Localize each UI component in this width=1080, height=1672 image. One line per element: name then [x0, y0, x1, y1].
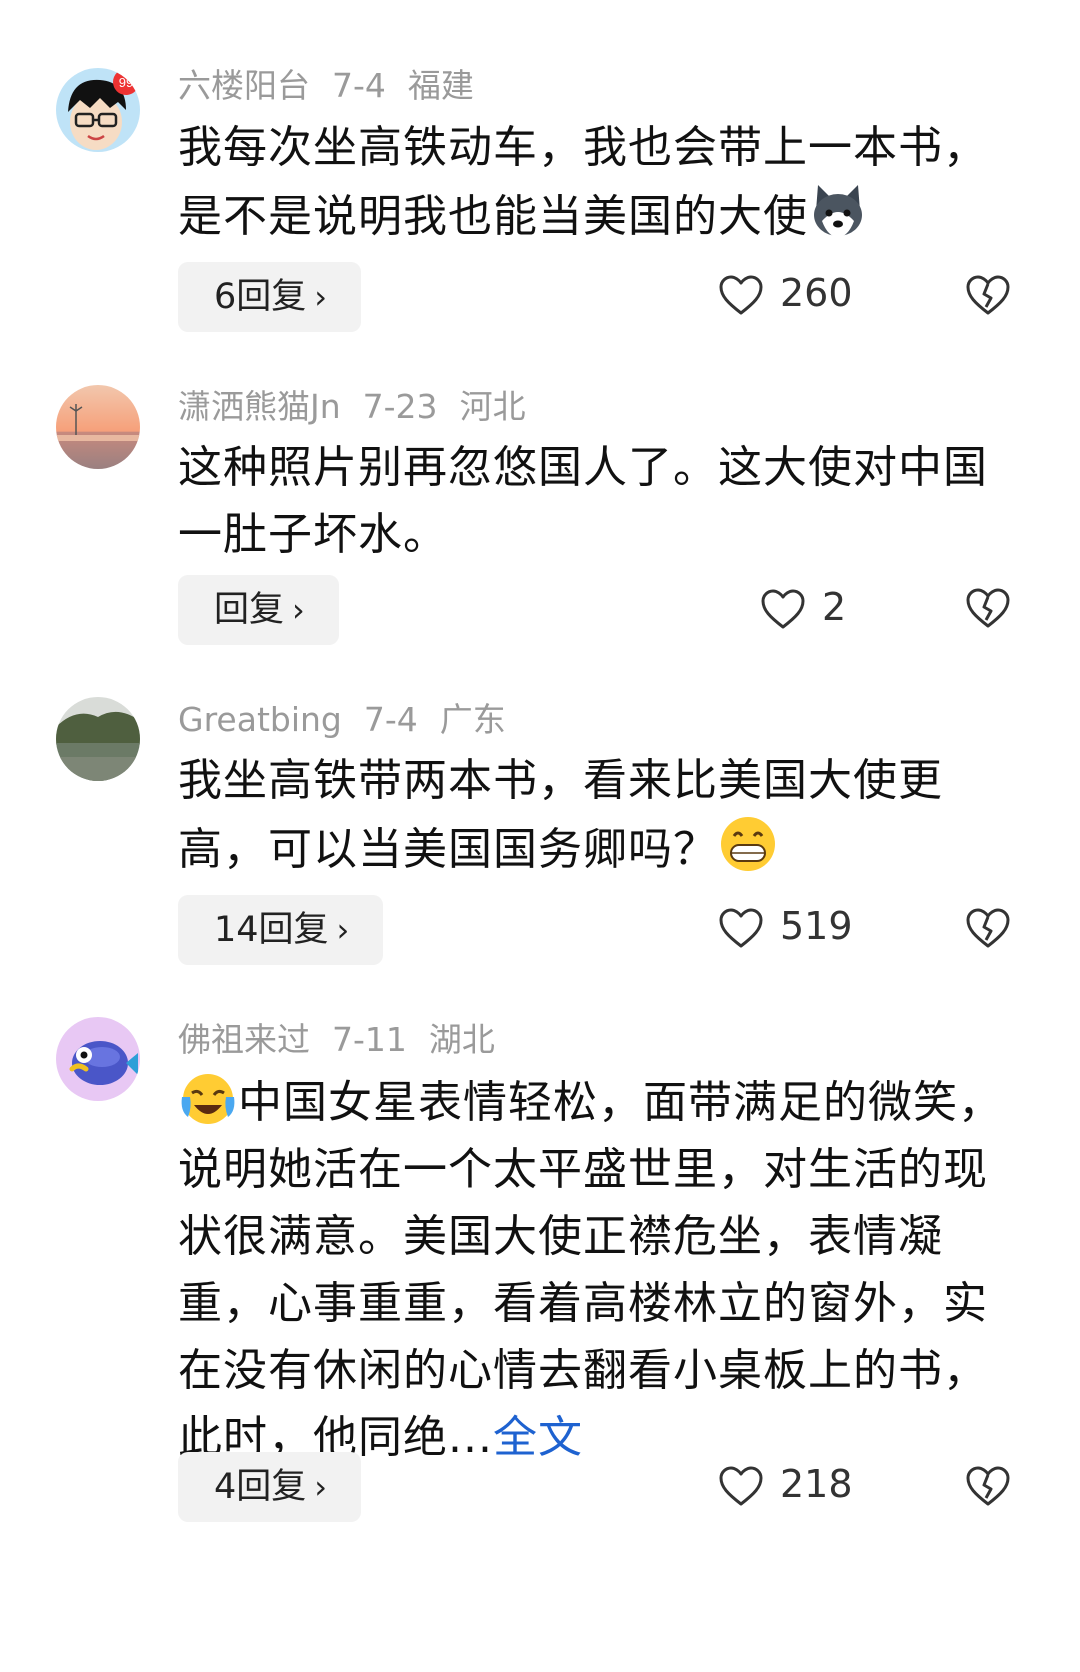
like-button[interactable]: 260: [718, 258, 853, 328]
heart-outline-icon: [761, 589, 805, 629]
grinning-face-emoji: [718, 814, 778, 874]
heart-outline-icon: [719, 275, 763, 315]
comment-meta: Greatbing 7-4 广东: [178, 700, 528, 740]
comment-text[interactable]: 这种照片别再忽悠国人了。这大使对中国一肚子坏水。: [178, 434, 1028, 568]
heart-outline-icon: [719, 908, 763, 948]
comment-date: 7-4: [363, 700, 418, 739]
reply-button[interactable]: 回复 ›: [178, 575, 339, 645]
expand-full-text-link[interactable]: 全文: [493, 1412, 583, 1463]
comment-meta: 潇洒熊猫Jn 7-23 河北: [178, 387, 548, 427]
heart-outline-icon: [719, 1466, 763, 1506]
broken-heart-icon[interactable]: [965, 1463, 1011, 1509]
comment-date: 7-11: [332, 1020, 407, 1059]
like-count: 2: [822, 585, 847, 629]
reply-button[interactable]: 14回复 ›: [178, 895, 384, 965]
chevron-right-icon: ›: [314, 1468, 328, 1506]
comment-date: 7-4: [332, 66, 386, 105]
broken-heart-icon[interactable]: [965, 272, 1011, 318]
like-button[interactable]: 218: [718, 1449, 853, 1519]
like-button[interactable]: 519: [718, 891, 853, 961]
reply-button[interactable]: 4回复 ›: [178, 1452, 362, 1522]
husky-dog-emoji: [808, 181, 868, 241]
username[interactable]: 潇洒熊猫Jn: [178, 387, 341, 426]
comment-location: 河北: [459, 387, 526, 426]
chevron-right-icon: ›: [314, 278, 328, 316]
broken-heart-icon[interactable]: [965, 585, 1011, 631]
user-avatar[interactable]: [56, 697, 140, 781]
broken-heart-icon[interactable]: [965, 905, 1011, 951]
comment-meta: 佛祖来过 7-11 湖北: [178, 1020, 517, 1060]
username[interactable]: 六楼阳台: [178, 66, 310, 105]
comment-text[interactable]: 我坐高铁带两本书，看来比美国大使更高，可以当美国国务卿吗？: [178, 747, 1028, 883]
reply-button[interactable]: 6回复 ›: [178, 262, 362, 332]
comment-location: 湖北: [428, 1020, 495, 1059]
comment-date: 7-23: [362, 387, 438, 426]
like-count: 260: [780, 271, 853, 315]
crying-laughing-emoji: [178, 1067, 238, 1127]
like-count: 218: [780, 1462, 853, 1506]
username[interactable]: 佛祖来过: [178, 1020, 310, 1059]
comment-location: 广东: [439, 700, 506, 739]
chevron-right-icon: ›: [292, 591, 305, 629]
username[interactable]: Greatbing: [178, 700, 342, 739]
like-count: 519: [780, 904, 853, 948]
avatar-badge: 99: [119, 75, 133, 90]
user-avatar[interactable]: [56, 385, 140, 469]
user-avatar[interactable]: 99: [56, 68, 140, 152]
comment-text[interactable]: 我每次坐高铁动车，我也会带上一本书，是不是说明我也能当美国的大使: [178, 114, 1028, 250]
comment-meta: 六楼阳台 7-4 福建: [178, 66, 496, 106]
user-avatar[interactable]: [56, 1017, 140, 1101]
like-button[interactable]: 2: [760, 572, 846, 642]
comment-text[interactable]: 中国女星表情轻松，面带满足的微笑，说明她活在一个太平盛世里，对生活的现状很满意。…: [178, 1067, 1028, 1471]
chevron-right-icon: ›: [336, 911, 350, 949]
comment-location: 福建: [407, 66, 474, 105]
